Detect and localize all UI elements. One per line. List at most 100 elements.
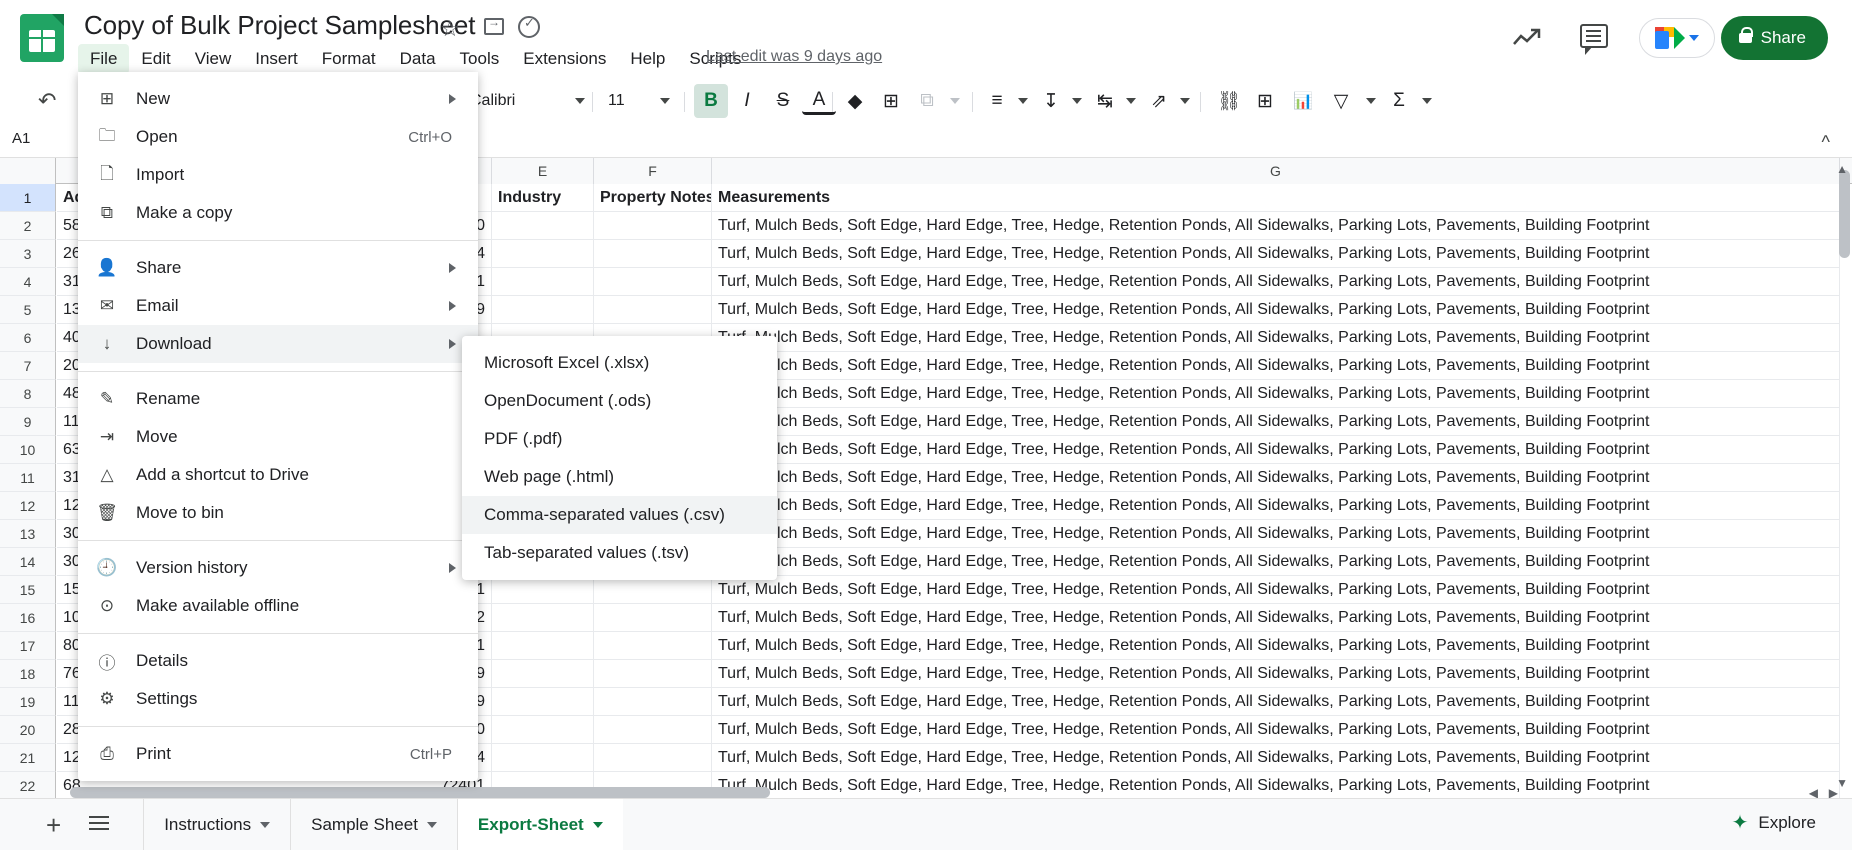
row-header[interactable]: 16 xyxy=(0,604,56,632)
fill-color-button[interactable]: ◆ xyxy=(838,84,872,118)
menu-view[interactable]: View xyxy=(183,44,244,74)
cell-E[interactable] xyxy=(492,604,594,632)
cell-G[interactable]: Turf, Mulch Beds, Soft Edge, Hard Edge, … xyxy=(712,772,1840,798)
row-header[interactable]: 14 xyxy=(0,548,56,576)
google-meet-button[interactable] xyxy=(1639,18,1715,58)
cell-G[interactable]: Turf, Mulch Beds, Soft Edge, Hard Edge, … xyxy=(712,212,1840,240)
activity-trend-icon[interactable] xyxy=(1512,26,1546,50)
row-header[interactable]: 13 xyxy=(0,520,56,548)
sheet-tab-instructions[interactable]: Instructions xyxy=(143,799,290,850)
cell-G[interactable]: Turf, Mulch Beds, Soft Edge, Hard Edge, … xyxy=(712,548,1840,576)
cell-F[interactable] xyxy=(594,296,712,324)
select-all-corner[interactable] xyxy=(0,158,56,184)
insert-link-button[interactable]: ⛓ xyxy=(1212,84,1246,118)
row-header[interactable]: 3 xyxy=(0,240,56,268)
cell-E[interactable] xyxy=(492,576,594,604)
menu-format[interactable]: Format xyxy=(310,44,388,74)
download-option-pdf-pdf[interactable]: PDF (.pdf) xyxy=(462,420,777,458)
cell-E[interactable] xyxy=(492,296,594,324)
sheet-tab-sample-sheet[interactable]: Sample Sheet xyxy=(290,799,457,850)
menu-edit[interactable]: Edit xyxy=(129,44,182,74)
download-option-microsoft-excel-xlsx[interactable]: Microsoft Excel (.xlsx) xyxy=(462,344,777,382)
font-family-chevron-down-icon[interactable] xyxy=(575,98,585,104)
download-option-tab-separated-values-tsv[interactable]: Tab-separated values (.tsv) xyxy=(462,534,777,572)
text-color-button[interactable]: A xyxy=(802,87,836,115)
file-menu-item-share[interactable]: 👤Share xyxy=(78,249,478,287)
horizontal-align-button[interactable]: ≡ xyxy=(980,84,1014,118)
cell-E[interactable] xyxy=(492,240,594,268)
chevron-down-icon[interactable] xyxy=(593,822,603,828)
share-button[interactable]: Share xyxy=(1721,16,1828,60)
file-menu-item-add-a-shortcut-to-drive[interactable]: △Add a shortcut to Drive xyxy=(78,456,478,494)
file-menu-item-make-available-offline[interactable]: ⊙Make available offline xyxy=(78,587,478,625)
cell-F[interactable] xyxy=(594,660,712,688)
row-header[interactable]: 4 xyxy=(0,268,56,296)
functions-chevron-down-icon[interactable] xyxy=(1422,98,1432,104)
font-family-select[interactable]: Calibri xyxy=(470,88,580,114)
cell-G[interactable]: Turf, Mulch Beds, Soft Edge, Hard Edge, … xyxy=(712,688,1840,716)
strikethrough-button[interactable]: S xyxy=(766,84,800,118)
halign-chevron-down-icon[interactable] xyxy=(1018,98,1028,104)
cell-G[interactable]: Measurements xyxy=(712,184,1840,212)
cell-F[interactable] xyxy=(594,212,712,240)
cell-E[interactable] xyxy=(492,744,594,772)
saved-to-drive-icon[interactable] xyxy=(518,16,540,38)
file-menu-item-move-to-bin[interactable]: 🗑Move to bin xyxy=(78,494,478,532)
row-header[interactable]: 18 xyxy=(0,660,56,688)
cell-E[interactable] xyxy=(492,688,594,716)
cell-G[interactable]: Turf, Mulch Beds, Soft Edge, Hard Edge, … xyxy=(712,380,1840,408)
insert-comment-button[interactable]: ⊞ xyxy=(1248,84,1282,118)
cell-G[interactable]: Turf, Mulch Beds, Soft Edge, Hard Edge, … xyxy=(712,352,1840,380)
row-header[interactable]: 19 xyxy=(0,688,56,716)
undo-icon[interactable]: ↶ xyxy=(38,88,56,114)
cell-F[interactable] xyxy=(594,576,712,604)
file-menu-item-download[interactable]: ↓Download xyxy=(78,325,478,363)
file-menu-item-open[interactable]: 🗀OpenCtrl+O xyxy=(78,118,478,156)
row-header[interactable]: 1 xyxy=(0,184,56,212)
file-menu-item-details[interactable]: ⓘDetails xyxy=(78,642,478,680)
horizontal-scrollbar[interactable] xyxy=(70,787,770,798)
column-header-E[interactable]: E xyxy=(492,158,594,184)
merge-chevron-down-icon[interactable] xyxy=(950,98,960,104)
file-menu-item-new[interactable]: ⊞New xyxy=(78,80,478,118)
cell-G[interactable]: Turf, Mulch Beds, Soft Edge, Hard Edge, … xyxy=(712,632,1840,660)
cell-F[interactable] xyxy=(594,632,712,660)
page-title[interactable]: Copy of Bulk Project Samplesheet xyxy=(84,10,475,41)
comment-icon[interactable] xyxy=(1580,24,1608,48)
download-submenu[interactable]: Microsoft Excel (.xlsx)OpenDocument (.od… xyxy=(462,336,777,580)
scroll-up-arrow-icon[interactable]: ▲ xyxy=(1836,162,1848,176)
column-header-F[interactable]: F xyxy=(594,158,712,184)
menu-extensions[interactable]: Extensions xyxy=(511,44,618,74)
cell-G[interactable]: Turf, Mulch Beds, Soft Edge, Hard Edge, … xyxy=(712,492,1840,520)
vertical-align-button[interactable]: ↧ xyxy=(1034,84,1068,118)
cell-G[interactable]: Turf, Mulch Beds, Soft Edge, Hard Edge, … xyxy=(712,296,1840,324)
row-header[interactable]: 20 xyxy=(0,716,56,744)
filter-chevron-down-icon[interactable] xyxy=(1366,98,1376,104)
text-wrap-button[interactable]: ↹ xyxy=(1088,84,1122,118)
cell-G[interactable]: Turf, Mulch Beds, Soft Edge, Hard Edge, … xyxy=(712,520,1840,548)
cell-F[interactable] xyxy=(594,716,712,744)
row-header[interactable]: 11 xyxy=(0,464,56,492)
vertical-scrollbar[interactable] xyxy=(1839,170,1850,258)
cell-G[interactable]: Turf, Mulch Beds, Soft Edge, Hard Edge, … xyxy=(712,576,1840,604)
file-menu-item-make-a-copy[interactable]: ⧉Make a copy xyxy=(78,194,478,232)
row-header[interactable]: 10 xyxy=(0,436,56,464)
menu-data[interactable]: Data xyxy=(388,44,448,74)
cell-G[interactable]: Turf, Mulch Beds, Soft Edge, Hard Edge, … xyxy=(712,744,1840,772)
file-menu-item-email[interactable]: ✉Email xyxy=(78,287,478,325)
download-option-web-page-html[interactable]: Web page (.html) xyxy=(462,458,777,496)
row-header[interactable]: 21 xyxy=(0,744,56,772)
cell-G[interactable]: Turf, Mulch Beds, Soft Edge, Hard Edge, … xyxy=(712,268,1840,296)
cell-F[interactable] xyxy=(594,240,712,268)
row-header[interactable]: 6 xyxy=(0,324,56,352)
download-option-comma-separated-values-csv[interactable]: Comma-separated values (.csv) xyxy=(462,496,777,534)
file-menu-item-import[interactable]: 🗋Import xyxy=(78,156,478,194)
all-sheets-icon[interactable] xyxy=(89,816,109,834)
chevron-down-icon[interactable] xyxy=(1689,35,1699,41)
cell-G[interactable]: Turf, Mulch Beds, Soft Edge, Hard Edge, … xyxy=(712,240,1840,268)
row-header[interactable]: 2 xyxy=(0,212,56,240)
cell-E[interactable] xyxy=(492,212,594,240)
cell-F[interactable] xyxy=(594,688,712,716)
row-header[interactable]: 8 xyxy=(0,380,56,408)
file-menu-item-version-history[interactable]: 🕘Version history xyxy=(78,549,478,587)
